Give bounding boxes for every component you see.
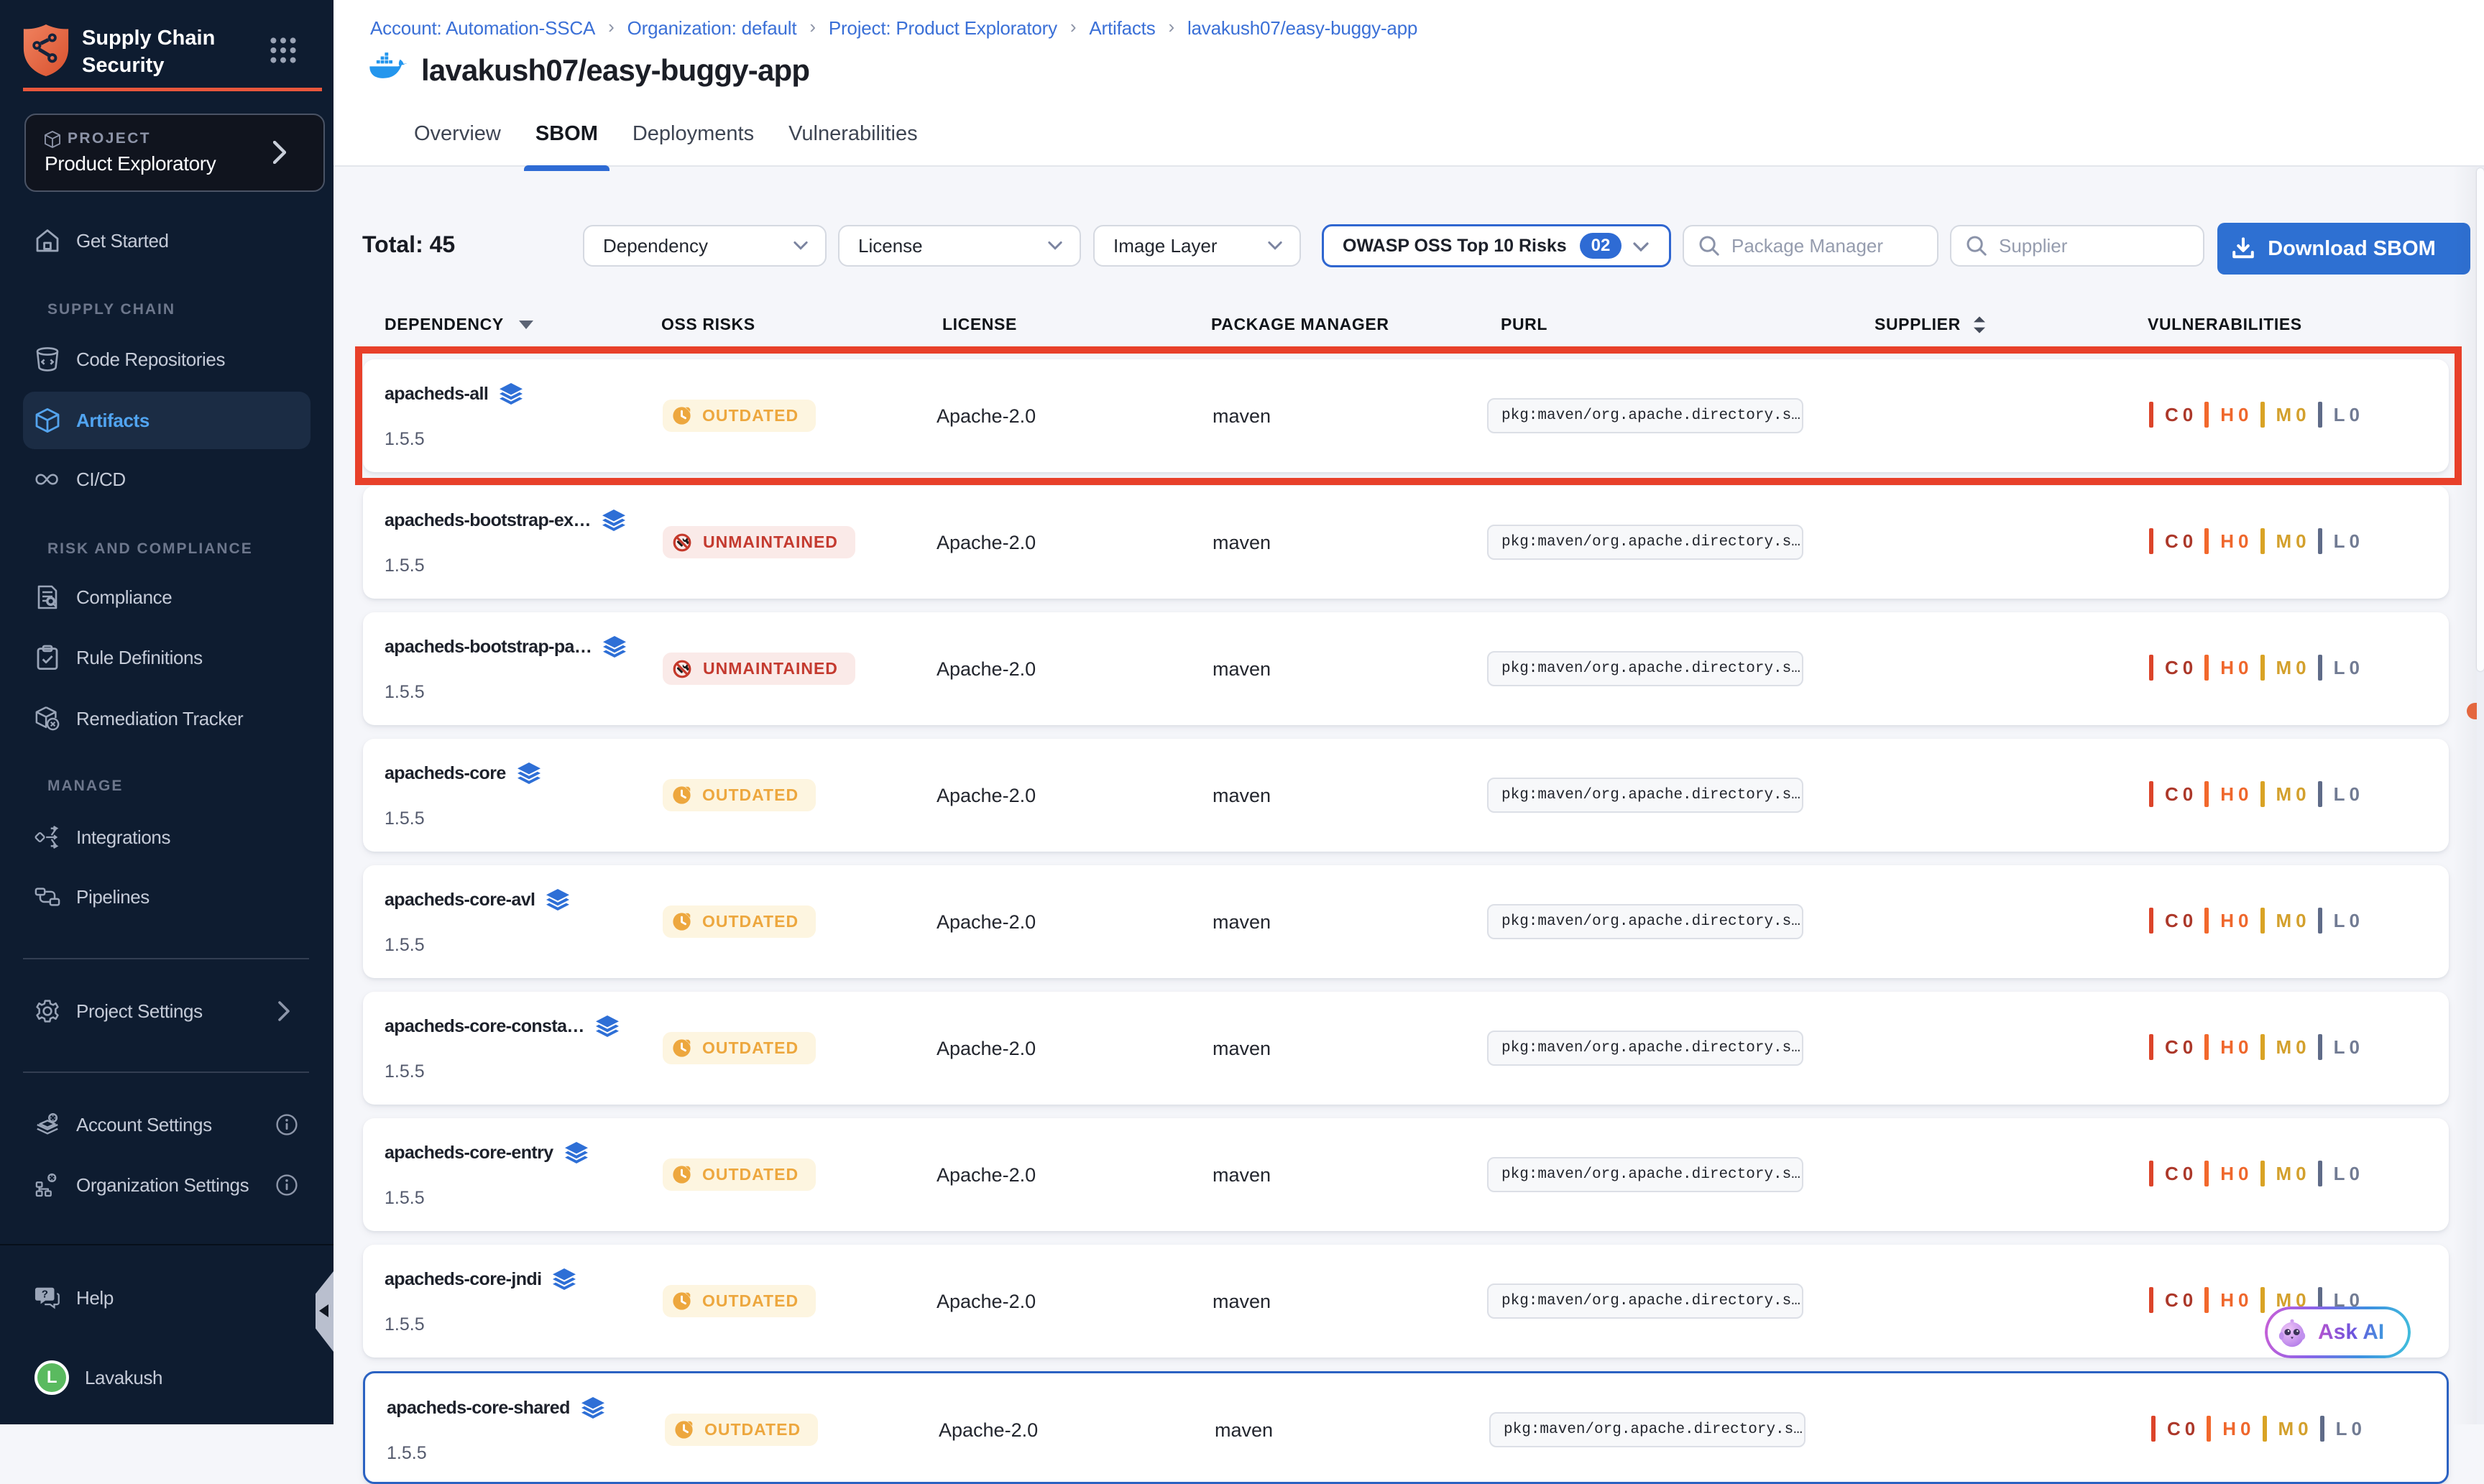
svg-text:?: ? [42,1289,48,1301]
